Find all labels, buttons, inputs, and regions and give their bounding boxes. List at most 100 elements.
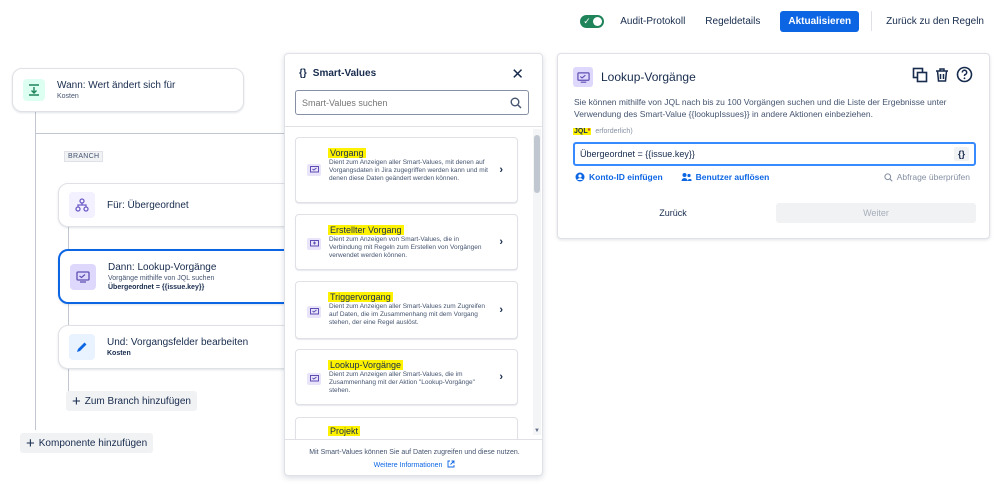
toolbar-divider (871, 11, 873, 31)
smart-values-list: Vorgang Dient zum Anzeigen aller Smart-V… (285, 127, 544, 439)
lookup-node-subtitle: Vorgänge mithilfe von JQL suchen (108, 275, 215, 282)
monitor-icon (573, 67, 593, 87)
edit-node-title: Und: Vorgangsfelder bearbeiten (107, 337, 249, 348)
validate-query-link[interactable]: Abfrage überprüfen (884, 172, 970, 182)
smart-value-braces-button[interactable]: {} (953, 147, 969, 161)
tree-line-branch-top (35, 133, 285, 134)
trigger-icon (23, 79, 45, 101)
lookup-description: Sie können mithilfe von JQL nach bis zu … (574, 97, 947, 119)
check-icon: ✓ (583, 15, 591, 26)
insert-account-id-link[interactable]: Konto-ID einfügen (575, 172, 663, 182)
smart-value-description: Dient zum Anzeigen aller Smart-Values, d… (329, 371, 475, 394)
back-button[interactable]: Zurück (573, 203, 773, 223)
rule-details-link[interactable]: Regeldetails (705, 16, 760, 27)
resolve-users-link[interactable]: Benutzer auflösen (681, 172, 770, 182)
users-icon (681, 173, 692, 181)
trigger-node[interactable]: Wann: Wert ändert sich für Kosten (12, 68, 244, 112)
branch-icon (69, 192, 95, 218)
smart-values-search[interactable] (295, 90, 529, 115)
close-icon[interactable]: ✕ (511, 65, 524, 83)
lookup-panel-title: Lookup-Vorgänge (601, 70, 696, 84)
search-icon (884, 172, 893, 182)
branch-label: BRANCH (64, 151, 104, 162)
lookup-node-detail: Übergeordnet = {{issue.key}} (108, 284, 205, 291)
search-icon (510, 97, 522, 108)
monitor-icon (307, 164, 321, 176)
scrollbar-thumb[interactable] (534, 135, 540, 193)
lookup-node[interactable]: Dann: Lookup-Vorgänge Vorgänge mithilfe … (58, 249, 298, 304)
plus-icon: + (26, 434, 35, 452)
plus-icon: + (72, 392, 81, 410)
lookup-node-title: Dann: Lookup-Vorgänge (108, 262, 217, 273)
top-toolbar: ✓ Audit-Protokoll Regeldetails Aktualisi… (580, 10, 984, 32)
smart-values-title: Smart-Values (312, 68, 377, 79)
monitor-icon (307, 306, 321, 318)
smart-value-title: Vorgang (328, 148, 366, 158)
external-link-icon (447, 460, 455, 468)
smart-value-description: Dient zum Anzeigen aller Smart-Values, m… (329, 159, 488, 182)
rule-enabled-toggle[interactable]: ✓ (580, 14, 605, 28)
copy-icon[interactable] (912, 67, 928, 83)
help-icon[interactable] (956, 66, 973, 83)
smart-values-footer-text: Mit Smart-Values können Sie auf Daten zu… (309, 449, 520, 456)
required-hint: erforderlich) (595, 128, 633, 135)
monitor-icon (307, 373, 321, 385)
trigger-title: Wann: Wert ändert sich für (57, 80, 176, 91)
chevron-right-icon: › (499, 164, 503, 176)
more-info-link[interactable]: Weitere Informationen (374, 462, 443, 469)
smart-value-item-triggervorgang[interactable]: Triggervorgang Dient zum Anzeigen aller … (295, 281, 518, 339)
add-to-branch-label: Zum Branch hinzufügen (84, 395, 191, 407)
toggle-knob (593, 16, 603, 26)
smart-values-scrollbar[interactable]: ▼ (533, 129, 541, 435)
scroll-down-icon[interactable]: ▼ (534, 428, 540, 434)
smart-values-header: {} Smart-Values (299, 68, 376, 79)
add-component-button[interactable]: + Komponente hinzufügen (20, 433, 154, 453)
panel-footer-divider (285, 439, 542, 440)
lookup-panel-actions (912, 66, 973, 83)
jql-label-text: JQL (574, 128, 588, 135)
jql-input-value[interactable]: Übergeordnet = {{issue.key}} (580, 149, 695, 159)
audit-log-link[interactable]: Audit-Protokoll (620, 16, 685, 27)
smart-value-item-lookup-vorgaenge[interactable]: Lookup-Vorgänge Dient zum Anzeigen aller… (295, 349, 518, 405)
more-info-link-wrap[interactable]: Weitere Informationen (285, 460, 544, 469)
next-button[interactable]: Weiter (776, 203, 976, 223)
edit-fields-node[interactable]: Und: Vorgangsfelder bearbeiten Kosten (58, 325, 298, 369)
lookup-issues-panel: Lookup-Vorgänge Sie können mithilfe von … (557, 53, 990, 239)
branch-node-title: Für: Übergeordnet (107, 199, 189, 211)
back-to-rules-link[interactable]: Zurück zu den Regeln (886, 16, 984, 27)
required-mark: * (587, 128, 591, 135)
chevron-right-icon: › (499, 371, 503, 383)
tree-line-main (35, 112, 36, 430)
jql-input[interactable]: Übergeordnet = {{issue.key}} {} (573, 142, 976, 166)
insert-account-id-label: Konto-ID einfügen (589, 172, 663, 182)
jql-label: JQL* erforderlich) (573, 128, 633, 135)
resolve-users-label: Benutzer auflösen (695, 172, 770, 182)
smart-value-description: Dient zum Anzeigen von Smart-Values, die… (329, 236, 482, 259)
update-button[interactable]: Aktualisieren (780, 10, 860, 32)
smart-value-item-projekt[interactable]: Projekt (295, 417, 518, 439)
smart-value-title: Triggervorgang (328, 292, 393, 302)
edit-node-subtitle: Kosten (107, 350, 131, 357)
trigger-subtitle: Kosten (57, 93, 79, 100)
smart-values-search-input[interactable] (302, 97, 482, 108)
monitor-icon (70, 263, 96, 290)
add-component-label: Komponente hinzufügen (38, 437, 148, 449)
smart-value-item-erstellter-vorgang[interactable]: Erstellter Vorgang Dient zum Anzeigen vo… (295, 214, 518, 270)
lookup-panel-header: Lookup-Vorgänge (573, 67, 696, 87)
smart-value-title: Erstellter Vorgang (328, 225, 404, 235)
chevron-right-icon: › (499, 236, 503, 248)
chevron-right-icon: › (499, 304, 503, 316)
add-to-branch-button[interactable]: + Zum Branch hinzufügen (66, 391, 197, 411)
pencil-icon (69, 334, 95, 360)
user-circle-icon (575, 172, 585, 182)
trash-icon[interactable] (934, 67, 950, 83)
smart-values-panel: {} Smart-Values ✕ Vorgang Dient zum Anze… (284, 53, 543, 476)
smart-value-title: Projekt (328, 426, 361, 436)
smart-value-description: Dient zum Anzeigen aller Smart-Values zu… (329, 303, 485, 326)
branch-node[interactable]: Für: Übergeordnet (58, 183, 298, 227)
monitor-icon (307, 238, 321, 250)
braces-icon: {} (299, 68, 307, 79)
smart-value-item-vorgang[interactable]: Vorgang Dient zum Anzeigen aller Smart-V… (295, 137, 518, 203)
smart-value-title: Lookup-Vorgänge (328, 360, 404, 370)
validate-query-label: Abfrage überprüfen (896, 172, 970, 182)
